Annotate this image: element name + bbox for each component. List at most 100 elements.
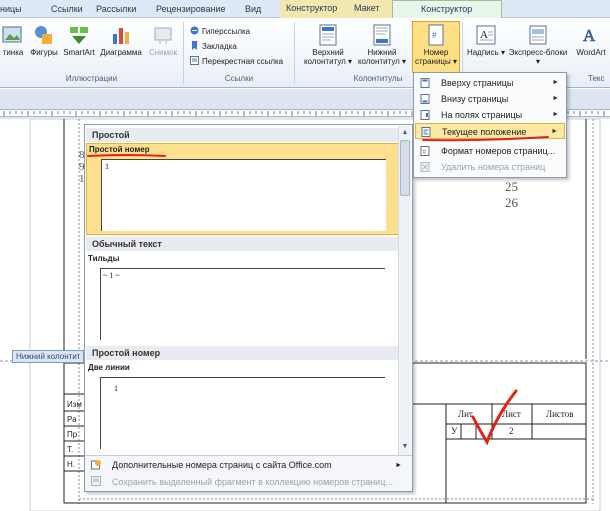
bookmark-label: Закладка: [202, 42, 237, 51]
save-to-gallery-icon: [91, 476, 101, 486]
illustrations-group-label: Иллюстрации: [65, 74, 118, 83]
footer-icon: [373, 24, 391, 46]
tab-review[interactable]: Рецензирование: [156, 2, 226, 18]
stamp-left-labels: Изм Ра Пр Т. Н.: [67, 397, 82, 472]
page-number-gallery: Простой Простой номер 1 Обычный текст Ти…: [84, 124, 413, 492]
bookmark-button[interactable]: Закладка: [190, 41, 237, 53]
stamp-label: Пр: [67, 430, 78, 439]
header-button[interactable]: Верхний колонтитул ▾: [302, 22, 354, 66]
underline-annotation-icon: [87, 154, 166, 157]
menu-item-label: Внизу страницы: [441, 94, 509, 104]
preview-sample: 1: [114, 384, 118, 393]
tab-header-footer-design[interactable]: Конструктор: [392, 0, 502, 18]
textbox-icon: A: [476, 25, 496, 45]
shapes-button[interactable]: Фигуры: [28, 22, 60, 57]
scroll-thumb[interactable]: [400, 140, 410, 196]
gallery-section-header: Простой: [86, 128, 399, 142]
submenu-arrow-icon: ►: [552, 111, 559, 118]
footer-label-1: Нижний: [367, 48, 397, 57]
header-label-1: Верхний: [312, 48, 344, 57]
submenu-arrow-icon: ►: [552, 95, 559, 102]
menu-item-label: Вверху страницы: [441, 78, 514, 88]
smartart-button[interactable]: SmartArt: [61, 22, 97, 57]
cross-reference-label: Перекрестная ссылка: [202, 57, 284, 66]
page-number-icon: #: [428, 24, 444, 46]
underline-annotation-icon: [422, 136, 549, 142]
tab-view[interactable]: Вид: [245, 2, 261, 18]
textbox-button[interactable]: A Надпись ▾: [466, 22, 506, 57]
scroll-up-icon[interactable]: ▲: [400, 128, 410, 138]
menu-item-label: Формат номеров страниц...: [441, 146, 556, 156]
picture-label: тинка: [2, 48, 24, 57]
wordart-label: WordArt: [576, 48, 606, 57]
save-selection-label: Сохранить выделенный фрагмент в коллекци…: [112, 477, 393, 487]
scroll-down-icon[interactable]: ▼: [400, 442, 410, 452]
list-number: 25: [505, 179, 518, 194]
stamp-label: Изм: [67, 400, 82, 409]
gallery-item-two-lines[interactable]: Две линии 1: [86, 361, 399, 453]
wordart-button[interactable]: A WordArt: [572, 22, 610, 57]
submenu-arrow-icon: ►: [552, 79, 559, 86]
save-selection-to-gallery[interactable]: Сохранить выделенный фрагмент в коллекци…: [91, 475, 393, 490]
picture-icon: [2, 26, 22, 43]
gallery-item-preview: 1: [100, 377, 385, 449]
quickparts-icon: [529, 25, 547, 45]
menu-item-remove-page-numbers[interactable]: Удалить номера страниц: [415, 159, 565, 175]
gallery-item-name: Тильды: [88, 254, 120, 263]
bookmark-icon: [192, 41, 197, 50]
footer-label-2: колонтитул: [357, 57, 400, 66]
submenu-arrow-icon: ►: [395, 462, 402, 469]
footer-tag[interactable]: Нижний колонтит: [12, 350, 85, 363]
menu-item-bottom-of-page[interactable]: Внизу страницы ►: [415, 91, 565, 107]
gallery-section-header: Простой номер: [86, 346, 399, 360]
quickparts-button[interactable]: Экспресс-блоки ▾: [506, 22, 570, 66]
gallery-footer: Дополнительные номера страниц с сайта Of…: [85, 455, 412, 491]
preview-sample: 1: [105, 162, 109, 171]
checkmark-annotation-icon: [471, 389, 518, 446]
cross-reference-button[interactable]: Перекрестная ссылка: [190, 56, 283, 68]
tab-references[interactable]: Ссылки: [51, 2, 83, 18]
page-number-button[interactable]: # Номер страницы ▾: [412, 21, 460, 73]
menu-item-format-page-numbers[interactable]: # Формат номеров страниц...: [415, 143, 565, 159]
hyperlink-label: Гиперссылка: [202, 27, 251, 36]
textbox-label: Надпись: [466, 48, 499, 57]
picture-button[interactable]: тинка: [0, 22, 26, 57]
tab-page-layout[interactable]: ницы: [0, 2, 22, 18]
menu-item-label: Удалить номера страниц: [441, 162, 546, 172]
page-margins-icon: [420, 110, 430, 120]
gallery-item-tildes[interactable]: Тильды ~ 1 ~: [86, 252, 399, 344]
tab-table-design[interactable]: Конструктор: [280, 0, 348, 18]
gallery-section-header: Обычный текст: [86, 237, 399, 251]
chart-button[interactable]: Диаграмма: [99, 22, 143, 57]
page-number-menu: Вверху страницы ► Внизу страницы ► На по…: [413, 72, 567, 178]
svg-text:#: #: [432, 30, 437, 40]
office-com-icon: [91, 460, 101, 470]
shapes-label: Фигуры: [30, 48, 58, 57]
header-icon: [319, 24, 337, 46]
gallery-scrollbar[interactable]: ▲ ▼: [398, 126, 411, 456]
footer-button[interactable]: Нижний колонтитул ▾: [356, 22, 408, 66]
format-page-numbers-icon: #: [420, 146, 430, 156]
hyperlink-icon: [190, 26, 199, 35]
smartart-icon: [70, 27, 88, 44]
tab-mailings[interactable]: Рассылки: [96, 2, 136, 18]
tab-table-layout[interactable]: Макет: [348, 0, 392, 18]
hyperlink-button[interactable]: Гиперссылка: [190, 26, 250, 38]
top-of-page-icon: [420, 78, 430, 88]
quickparts-label: Экспресс-блоки: [508, 48, 568, 57]
ribbon-tab-bar: ницы Ссылки Рассылки Рецензирование Вид …: [0, 0, 610, 18]
chart-icon: [113, 28, 129, 44]
menu-item-page-margins[interactable]: На полях страницы ►: [415, 107, 565, 123]
bottom-of-page-icon: [420, 94, 430, 104]
gallery-item-preview: 1: [101, 159, 386, 231]
stamp-label: Ра: [67, 415, 77, 424]
more-page-numbers-office-com[interactable]: Дополнительные номера страниц с сайта Of…: [91, 458, 406, 473]
menu-item-top-of-page[interactable]: Вверху страницы ►: [415, 75, 565, 91]
header-label-2: колонтитул: [303, 57, 346, 66]
svg-text:A: A: [480, 29, 488, 41]
chart-label: Диаграмма: [100, 48, 142, 57]
list-numbers: 25 26: [505, 179, 518, 211]
more-page-numbers-label: Дополнительные номера страниц с сайта Of…: [112, 460, 332, 470]
shapes-icon: [35, 26, 52, 44]
screenshot-button[interactable]: Снимок: [146, 22, 180, 57]
